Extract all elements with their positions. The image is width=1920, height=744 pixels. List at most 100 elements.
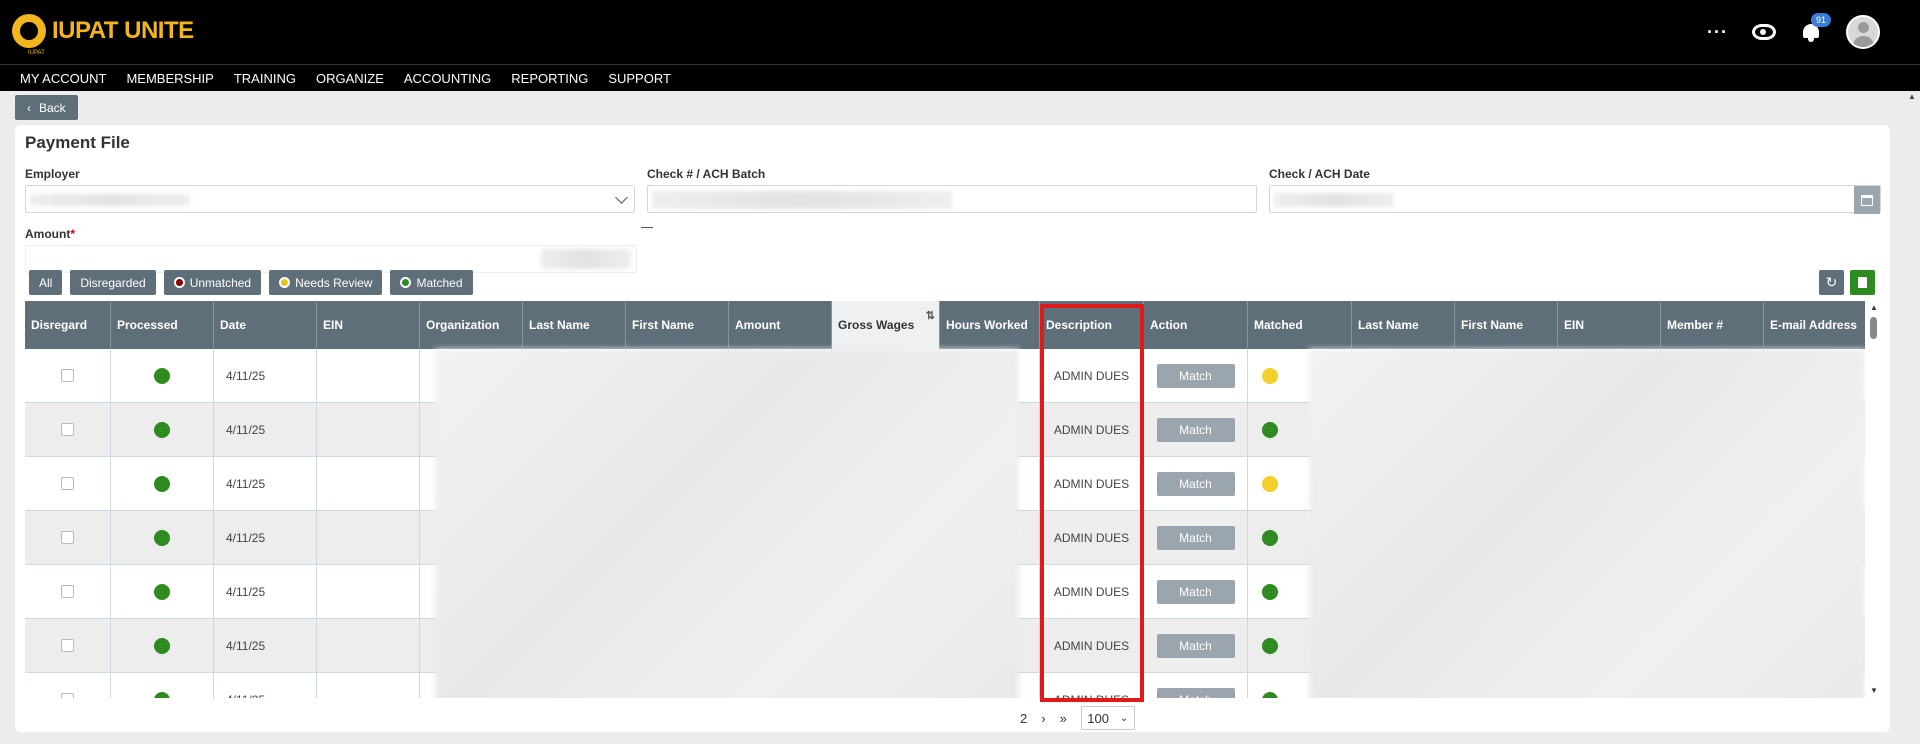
more-icon[interactable]: ···	[1707, 22, 1728, 43]
nav-accounting[interactable]: ACCOUNTING	[404, 71, 491, 86]
column-header-matched[interactable]: Matched	[1248, 301, 1352, 349]
export-excel-button[interactable]	[1850, 270, 1875, 295]
match-button[interactable]: Match	[1156, 363, 1235, 388]
processed-status-icon	[154, 367, 170, 384]
disregard-checkbox[interactable]	[61, 423, 74, 436]
filter-disregarded-button[interactable]: Disregarded	[70, 270, 156, 295]
column-header-member-first-name[interactable]: First Name	[1455, 301, 1558, 349]
check-batch-label: Check # / ACH Batch	[647, 167, 766, 181]
column-header-processed[interactable]: Processed	[111, 301, 214, 349]
cell-processed	[111, 511, 214, 564]
cell-disregard	[25, 565, 111, 618]
matched-status-icon	[1262, 367, 1278, 384]
disregard-checkbox[interactable]	[61, 477, 74, 490]
column-header-ein[interactable]: EIN	[317, 301, 420, 349]
page-title: Payment File	[25, 133, 130, 152]
scrollbar-vertical[interactable]: ▲ ▼	[1867, 301, 1879, 698]
cell-ein	[317, 349, 420, 402]
column-header-date[interactable]: Date	[214, 301, 317, 349]
column-header-gross-wages[interactable]: Gross Wages ⇅	[832, 301, 940, 349]
filter-all-button[interactable]: All	[29, 270, 63, 295]
redacted-region	[1309, 349, 1865, 698]
column-header-last-name[interactable]: Last Name	[523, 301, 626, 349]
match-button[interactable]: Match	[1156, 471, 1235, 496]
cell-ein	[317, 457, 420, 510]
pagination: 2 › » 100 ⌄	[1020, 706, 1135, 730]
nav-my-account[interactable]: MY ACCOUNT	[20, 71, 106, 86]
filter-unmatched-button[interactable]: Unmatched	[163, 270, 262, 295]
column-header-member-ein[interactable]: EIN	[1558, 301, 1661, 349]
match-button[interactable]: Match	[1156, 687, 1235, 698]
amount-input[interactable]	[25, 245, 637, 273]
nav-organize[interactable]: ORGANIZE	[316, 71, 384, 86]
filter-needs-review-button[interactable]: Needs Review	[269, 270, 383, 295]
cell-ein	[317, 403, 420, 456]
nav-membership[interactable]: MEMBERSHIP	[126, 71, 213, 86]
brand-name: IUPAT UNITE	[52, 17, 194, 44]
matched-status-icon	[1262, 691, 1278, 698]
refresh-button[interactable]: ↻	[1819, 270, 1844, 295]
match-button[interactable]: Match	[1156, 417, 1235, 442]
page-number[interactable]: 2	[1020, 711, 1027, 726]
calendar-button[interactable]	[1854, 186, 1880, 214]
disregard-checkbox[interactable]	[61, 585, 74, 598]
payment-grid: Disregard Processed Date EIN Organization Las…	[25, 301, 1865, 698]
brand-logo[interactable]: IUPAT UNITE IUPAT	[12, 10, 194, 56]
cell-date: 4/11/25	[214, 565, 317, 618]
processed-status-icon	[154, 583, 170, 600]
cell-disregard	[25, 403, 111, 456]
disregard-checkbox[interactable]	[61, 693, 74, 698]
matched-status-icon	[1262, 529, 1278, 546]
column-header-member-last-name[interactable]: Last Name	[1352, 301, 1455, 349]
disregard-checkbox[interactable]	[61, 639, 74, 652]
cell-ein	[317, 565, 420, 618]
disregard-checkbox[interactable]	[61, 531, 74, 544]
cell-processed	[111, 565, 214, 618]
column-header-action[interactable]: Action	[1144, 301, 1248, 349]
main-nav: MY ACCOUNT MEMBERSHIP TRAINING ORGANIZE …	[0, 64, 1920, 91]
notifications-bell-icon[interactable]: 91	[1800, 13, 1831, 44]
matched-status-icon	[1262, 637, 1278, 654]
user-avatar[interactable]	[1846, 15, 1880, 49]
sort-filter-icon[interactable]: ⇅	[926, 309, 935, 323]
column-header-first-name[interactable]: First Name	[626, 301, 729, 349]
payment-file-panel: Payment File Employer Check # / ACH Batc…	[15, 125, 1890, 732]
redacted-region	[435, 349, 1019, 698]
back-button[interactable]: ‹ Back	[15, 95, 78, 120]
date-value: 4/11/25	[226, 693, 265, 699]
refresh-icon: ↻	[1825, 274, 1838, 290]
match-button[interactable]: Match	[1156, 633, 1235, 658]
chevron-down-icon: ⌄	[1119, 712, 1129, 724]
page-scrollbar[interactable]: ▲	[1908, 92, 1918, 732]
column-header-organization[interactable]: Organization	[420, 301, 523, 349]
disregard-checkbox[interactable]	[61, 369, 74, 382]
nav-support[interactable]: SUPPORT	[608, 71, 671, 86]
cell-date: 4/11/25	[214, 349, 317, 402]
check-date-input[interactable]	[1269, 185, 1881, 214]
check-batch-input[interactable]	[647, 185, 1257, 213]
page-size-select[interactable]: 100 ⌄	[1080, 706, 1135, 730]
match-button[interactable]: Match	[1156, 579, 1235, 604]
next-page-icon[interactable]: ›	[1041, 711, 1045, 726]
cell-action: Match	[1144, 457, 1248, 510]
column-header-member-number[interactable]: Member #	[1661, 301, 1764, 349]
cell-processed	[111, 673, 214, 698]
last-page-icon[interactable]: »	[1060, 711, 1067, 726]
chevron-down-icon	[615, 191, 628, 204]
status-filter-bar: All Disregarded Unmatched Needs Review M…	[29, 270, 473, 295]
cell-date: 4/11/25	[214, 673, 317, 698]
date-value: 4/11/25	[226, 530, 266, 545]
column-header-hours-worked[interactable]: Hours Worked	[940, 301, 1040, 349]
nav-reporting[interactable]: REPORTING	[511, 71, 588, 86]
column-header-amount[interactable]: Amount	[729, 301, 832, 349]
processed-status-icon	[154, 421, 170, 438]
column-header-email-address[interactable]: E-mail Address	[1764, 301, 1865, 349]
matched-status-icon	[400, 277, 412, 288]
filter-matched-button[interactable]: Matched	[390, 270, 473, 295]
eye-icon[interactable]	[1752, 24, 1776, 40]
divider	[641, 227, 653, 228]
employer-select[interactable]	[25, 185, 635, 213]
column-header-disregard[interactable]: Disregard	[25, 301, 111, 349]
match-button[interactable]: Match	[1156, 525, 1235, 550]
nav-training[interactable]: TRAINING	[234, 71, 296, 86]
